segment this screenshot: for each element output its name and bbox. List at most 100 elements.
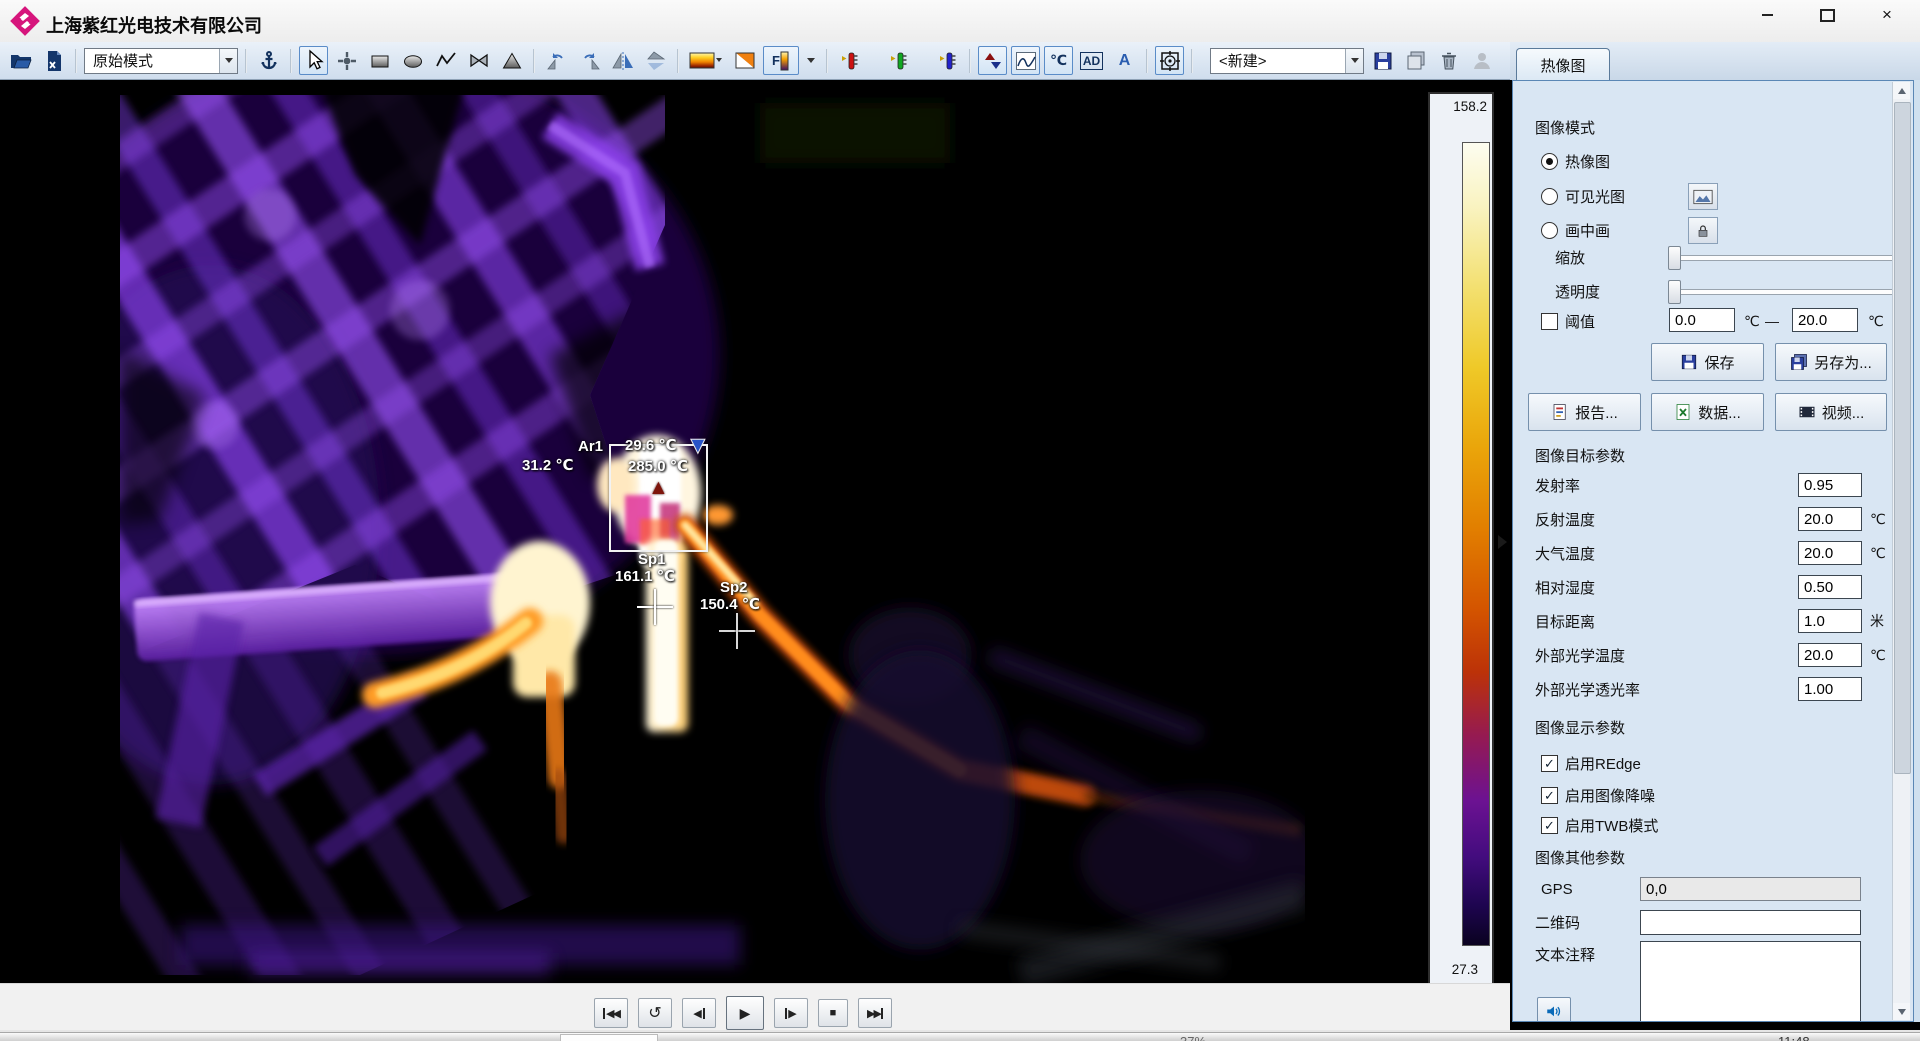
opacity-slider-label: 透明度 — [1555, 281, 1600, 302]
step-forward-button[interactable]: ▶ — [774, 998, 808, 1028]
scale-max-label: 158.2 — [1453, 99, 1487, 114]
data-button[interactable]: 数据... — [1651, 393, 1764, 431]
panel-frame — [1914, 80, 1920, 1022]
save-preset-button[interactable] — [1368, 46, 1397, 75]
cursor-temp-label: 31.2 ℃ — [522, 456, 574, 474]
close-button[interactable]: × — [1864, 0, 1910, 30]
histogram-button[interactable] — [1011, 46, 1040, 75]
temperature-unit-button[interactable]: ℃ — [1044, 46, 1073, 75]
tab-thermal-image[interactable]: 热像图 — [1516, 48, 1610, 81]
atmosphere-temp-input[interactable] — [1798, 541, 1862, 565]
scrollbar-thumb[interactable] — [1894, 102, 1911, 774]
polygon-tool-button[interactable] — [464, 46, 493, 75]
twb-checkbox[interactable]: ✓ — [1541, 817, 1558, 834]
celsius-label: ℃ — [1050, 52, 1067, 69]
anchor-button[interactable] — [254, 46, 283, 75]
radio-thermal-image[interactable] — [1541, 153, 1558, 170]
ellipse-tool-button[interactable] — [398, 46, 427, 75]
minmax-markers-button[interactable] — [978, 46, 1007, 75]
rectangle-tool-button[interactable] — [365, 46, 394, 75]
copy-preset-button[interactable] — [1401, 46, 1430, 75]
delete-preset-button[interactable] — [1434, 46, 1463, 75]
radio-picture-in-picture[interactable] — [1541, 222, 1558, 239]
emissivity-input[interactable] — [1798, 473, 1862, 497]
note-textarea[interactable] — [1640, 941, 1861, 1022]
spot-tool-button[interactable] — [332, 46, 361, 75]
triangle-tool-button[interactable] — [497, 46, 526, 75]
video-button[interactable]: 视频... — [1775, 393, 1887, 431]
hot-cold-markers-icon — [981, 49, 1005, 73]
open-file-button[interactable] — [6, 46, 35, 75]
panel-scrollbar[interactable] — [1892, 82, 1910, 1020]
redge-checkbox[interactable]: ✓ — [1541, 755, 1558, 772]
optics-transmittance-input[interactable] — [1798, 677, 1862, 701]
stop-button[interactable]: ■ — [818, 999, 848, 1027]
skip-start-button[interactable]: ◀◀ — [594, 998, 628, 1028]
flip-horizontal-button[interactable] — [608, 46, 637, 75]
cold-spot-marker-icon[interactable]: ▼ — [686, 434, 710, 458]
toolbar-separator — [969, 49, 971, 73]
flip-vertical-button[interactable] — [641, 46, 670, 75]
user-button[interactable] — [1467, 46, 1496, 75]
threshold-max-input[interactable] — [1792, 308, 1858, 332]
radio-thermal-label: 热像图 — [1565, 151, 1610, 172]
lock-button[interactable] — [1688, 217, 1718, 244]
flip-vertical-icon — [644, 49, 668, 73]
distance-input[interactable] — [1798, 609, 1862, 633]
play-button[interactable]: ▶ — [726, 996, 764, 1030]
sp1-crosshair[interactable] — [637, 589, 673, 625]
opacity-slider[interactable] — [1668, 280, 1896, 302]
panel-collapse-arrow-icon[interactable] — [1498, 535, 1507, 549]
zoom-slider[interactable] — [1668, 246, 1896, 268]
qr-input[interactable] — [1640, 910, 1861, 935]
center-target-button[interactable] — [1155, 46, 1184, 75]
optics-temp-input[interactable] — [1798, 643, 1862, 667]
skip-end-button[interactable]: ▶▶ — [858, 998, 892, 1028]
reflected-temp-input[interactable] — [1798, 507, 1862, 531]
humidity-input[interactable] — [1798, 575, 1862, 599]
loop-button[interactable]: ↺ — [638, 998, 672, 1028]
pointer-tool-button[interactable] — [299, 46, 328, 75]
curve-icon — [1014, 49, 1038, 73]
isotherm-low-button[interactable] — [933, 46, 962, 75]
denoise-checkbox[interactable]: ✓ — [1541, 787, 1558, 804]
polyline-tool-button[interactable] — [431, 46, 460, 75]
text-annotation-button[interactable]: A — [1110, 46, 1139, 75]
photo-icon — [1693, 189, 1713, 205]
palette-gradient-bar[interactable] — [1462, 142, 1490, 946]
visible-image-button[interactable] — [1688, 183, 1718, 210]
save-button[interactable]: 保存 — [1651, 343, 1764, 381]
mode-select[interactable]: 原始模式 — [84, 48, 238, 74]
bar-glyph — [785, 1008, 787, 1019]
threshold-checkbox[interactable] — [1541, 313, 1558, 330]
maximize-button[interactable] — [1804, 0, 1850, 30]
preset-select[interactable]: <新建> — [1210, 48, 1364, 74]
audio-note-button[interactable] — [1537, 997, 1571, 1022]
report-button[interactable]: 报告... — [1528, 393, 1641, 431]
isotherm-mid-button[interactable] — [884, 46, 913, 75]
ad-button[interactable]: AD — [1077, 46, 1106, 75]
rotate-right-button[interactable] — [575, 46, 604, 75]
radio-visible-light[interactable] — [1541, 188, 1558, 205]
step-back-button[interactable]: ◀ — [682, 998, 716, 1028]
palette-select-button[interactable] — [686, 46, 726, 75]
scale-min-label: 27.3 — [1452, 962, 1478, 977]
sp2-crosshair[interactable] — [719, 613, 755, 649]
fl-dropdown-button[interactable] — [803, 46, 819, 75]
minimize-button[interactable] — [1744, 0, 1790, 30]
rotate-left-button[interactable] — [542, 46, 571, 75]
threshold-min-input[interactable] — [1669, 308, 1735, 332]
toolbar-separator — [1146, 49, 1148, 73]
scroll-down-icon[interactable] — [1893, 1003, 1910, 1020]
hot-spot-marker-icon[interactable]: ▲ — [648, 477, 669, 498]
gps-input[interactable] — [1640, 877, 1861, 901]
thermometer-blue-icon — [936, 49, 960, 73]
image-canvas[interactable]: 31.2 ℃ Ar1 29.6 ℃ ▼ 285.0 ℃ ▲ Sp1 161.1 … — [0, 80, 1510, 983]
scroll-up-icon[interactable] — [1893, 82, 1910, 99]
qr-label: 二维码 — [1535, 912, 1580, 933]
export-file-button[interactable] — [39, 46, 68, 75]
save-as-button[interactable]: 另存为... — [1775, 343, 1887, 381]
isotherm-high-button[interactable] — [835, 46, 864, 75]
fl-palette-button[interactable]: F — [763, 46, 799, 75]
invert-palette-button[interactable] — [730, 46, 759, 75]
